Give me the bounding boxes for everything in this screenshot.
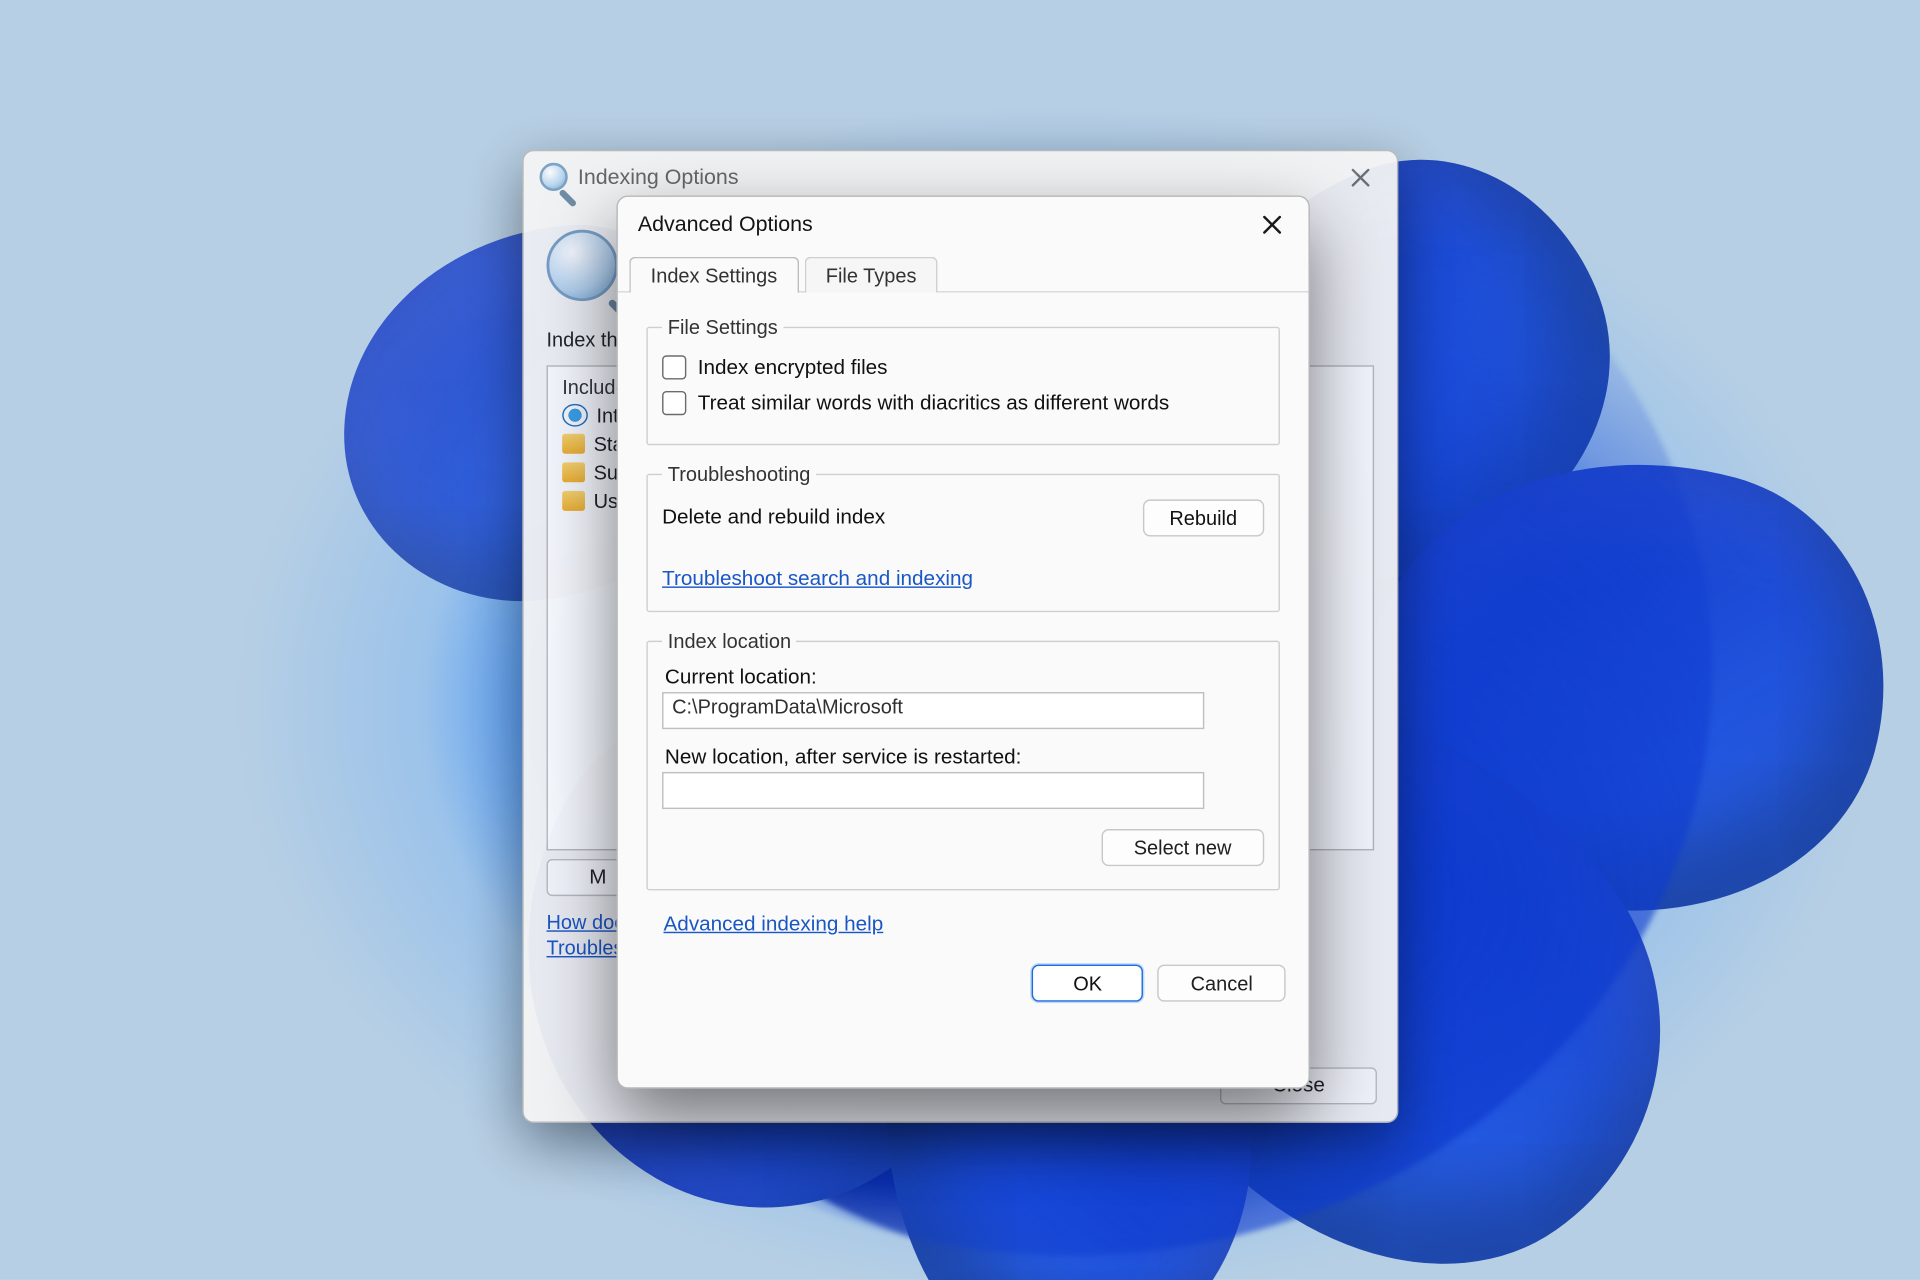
folder-icon xyxy=(562,434,585,454)
file-settings-group: File Settings Index encrypted files Trea… xyxy=(646,315,1280,445)
current-location-field[interactable]: C:\ProgramData\Microsoft xyxy=(662,692,1204,729)
current-location-label: Current location: xyxy=(665,666,1264,689)
troubleshooting-group: Troubleshooting Delete and rebuild index… xyxy=(646,462,1280,612)
label-index-encrypted: Index encrypted files xyxy=(698,356,888,379)
new-location-label: New location, after service is restarted… xyxy=(665,746,1264,769)
folder-icon xyxy=(562,462,585,482)
indexing-title: Indexing Options xyxy=(578,165,1331,189)
rebuild-button[interactable]: Rebuild xyxy=(1142,499,1264,536)
folder-icon xyxy=(562,491,585,511)
advanced-title: Advanced Options xyxy=(632,212,1243,236)
select-new-button[interactable]: Select new xyxy=(1101,829,1264,866)
magnifier-icon xyxy=(547,230,618,301)
advanced-indexing-help-link[interactable]: Advanced indexing help xyxy=(664,913,884,936)
rebuild-label: Delete and rebuild index xyxy=(662,507,885,530)
ok-button[interactable]: OK xyxy=(1032,965,1144,1002)
checkbox-diacritics[interactable] xyxy=(662,391,686,415)
file-settings-legend: File Settings xyxy=(662,315,783,338)
close-icon xyxy=(1262,215,1281,234)
advanced-options-window: Advanced Options Index Settings File Typ… xyxy=(616,195,1309,1088)
indexing-close-button[interactable] xyxy=(1331,156,1388,199)
close-icon xyxy=(1351,168,1370,187)
tab-index-settings[interactable]: Index Settings xyxy=(629,257,798,293)
checkbox-index-encrypted[interactable] xyxy=(662,355,686,379)
tab-strip: Index Settings File Types xyxy=(618,251,1309,292)
label-diacritics: Treat similar words with diacritics as d… xyxy=(698,392,1169,415)
index-location-legend: Index location xyxy=(662,629,797,652)
troubleshooting-legend: Troubleshooting xyxy=(662,462,816,485)
new-location-field[interactable] xyxy=(662,772,1204,809)
ie-icon xyxy=(562,404,588,427)
tab-file-types[interactable]: File Types xyxy=(804,257,937,293)
indexing-icon xyxy=(540,163,568,191)
cancel-button[interactable]: Cancel xyxy=(1158,965,1286,1002)
index-location-group: Index location Current location: C:\Prog… xyxy=(646,629,1280,890)
advanced-close-button[interactable] xyxy=(1243,203,1300,246)
troubleshoot-search-link[interactable]: Troubleshoot search and indexing xyxy=(662,568,973,591)
